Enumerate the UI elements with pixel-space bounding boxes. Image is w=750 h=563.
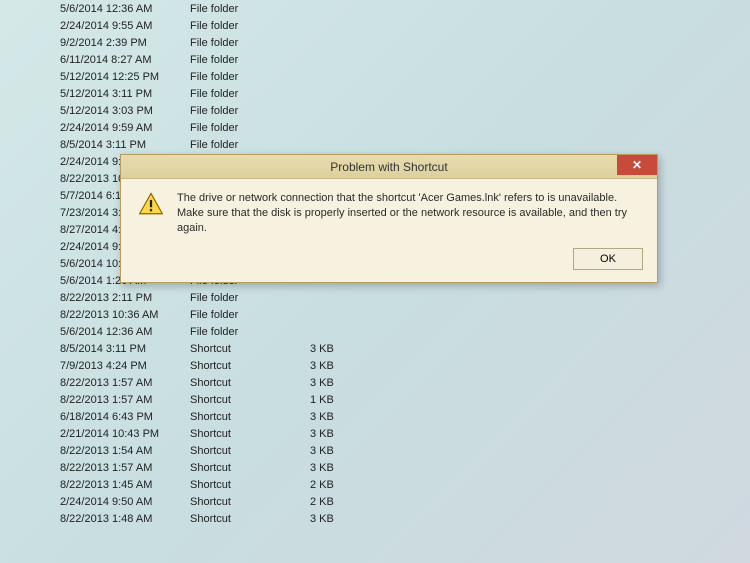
file-date: 5/12/2014 3:11 PM	[60, 88, 190, 100]
ok-button[interactable]: OK	[573, 248, 643, 270]
file-type: File folder	[190, 88, 310, 100]
file-type: Shortcut	[190, 513, 310, 525]
file-type: Shortcut	[190, 360, 310, 372]
file-row[interactable]: 5/6/2014 12:36 AMFile folder	[60, 0, 750, 17]
file-size: 1 KB	[310, 394, 370, 406]
file-date: 2/24/2014 9:50 AM	[60, 496, 190, 508]
file-row[interactable]: 5/12/2014 3:03 PMFile folder	[60, 102, 750, 119]
file-date: 8/22/2013 1:57 AM	[60, 394, 190, 406]
file-date: 8/22/2013 1:57 AM	[60, 462, 190, 474]
file-row[interactable]: 8/22/2013 1:57 AMShortcut3 KB	[60, 459, 750, 476]
file-type: Shortcut	[190, 496, 310, 508]
file-date: 6/11/2014 8:27 AM	[60, 54, 190, 66]
file-type: File folder	[190, 105, 310, 117]
dialog-message: The drive or network connection that the…	[177, 191, 641, 236]
file-row[interactable]: 2/24/2014 9:50 AMShortcut2 KB	[60, 493, 750, 510]
file-size: 2 KB	[310, 496, 370, 508]
file-date: 5/6/2014 12:36 AM	[60, 3, 190, 15]
close-button[interactable]: ✕	[617, 155, 657, 175]
file-type: File folder	[190, 20, 310, 32]
file-date: 5/6/2014 12:36 AM	[60, 326, 190, 338]
error-dialog: Problem with Shortcut ✕ The drive or net…	[120, 154, 658, 283]
dialog-footer: OK	[121, 248, 657, 282]
file-row[interactable]: 2/21/2014 10:43 PMShortcut3 KB	[60, 425, 750, 442]
file-type: File folder	[190, 309, 310, 321]
file-type: Shortcut	[190, 394, 310, 406]
file-size: 3 KB	[310, 462, 370, 474]
file-row[interactable]: 5/12/2014 3:11 PMFile folder	[60, 85, 750, 102]
file-type: Shortcut	[190, 462, 310, 474]
file-date: 8/22/2013 1:48 AM	[60, 513, 190, 525]
file-row[interactable]: 6/18/2014 6:43 PMShortcut3 KB	[60, 408, 750, 425]
file-type: File folder	[190, 122, 310, 134]
file-row[interactable]: 5/12/2014 12:25 PMFile folder	[60, 68, 750, 85]
file-row[interactable]: 8/22/2013 1:54 AMShortcut3 KB	[60, 442, 750, 459]
file-date: 8/22/2013 1:54 AM	[60, 445, 190, 457]
file-row[interactable]: 2/24/2014 9:59 AMFile folder	[60, 119, 750, 136]
file-date: 7/9/2013 4:24 PM	[60, 360, 190, 372]
file-date: 5/12/2014 12:25 PM	[60, 71, 190, 83]
file-type: Shortcut	[190, 428, 310, 440]
file-date: 6/18/2014 6:43 PM	[60, 411, 190, 423]
file-date: 8/5/2014 3:11 PM	[60, 139, 190, 151]
file-type: Shortcut	[190, 445, 310, 457]
file-date: 2/24/2014 9:55 AM	[60, 20, 190, 32]
file-size: 3 KB	[310, 377, 370, 389]
file-row[interactable]: 8/22/2013 1:57 AMShortcut1 KB	[60, 391, 750, 408]
file-row[interactable]: 8/5/2014 3:11 PMFile folder	[60, 136, 750, 153]
file-size: 3 KB	[310, 513, 370, 525]
file-date: 5/12/2014 3:03 PM	[60, 105, 190, 117]
file-type: File folder	[190, 71, 310, 83]
file-date: 8/22/2013 2:11 PM	[60, 292, 190, 304]
file-row[interactable]: 8/22/2013 2:11 PMFile folder	[60, 289, 750, 306]
file-row[interactable]: 7/9/2013 4:24 PMShortcut3 KB	[60, 357, 750, 374]
file-type: File folder	[190, 139, 310, 151]
close-icon: ✕	[632, 158, 642, 172]
warning-icon	[137, 191, 165, 236]
file-type: File folder	[190, 292, 310, 304]
file-row[interactable]: 8/5/2014 3:11 PMShortcut3 KB	[60, 340, 750, 357]
dialog-titlebar[interactable]: Problem with Shortcut ✕	[121, 155, 657, 179]
file-row[interactable]: 9/2/2014 2:39 PMFile folder	[60, 34, 750, 51]
file-type: Shortcut	[190, 343, 310, 355]
file-row[interactable]: 5/6/2014 12:36 AMFile folder	[60, 323, 750, 340]
file-size: 2 KB	[310, 479, 370, 491]
file-size: 3 KB	[310, 428, 370, 440]
file-row[interactable]: 8/22/2013 1:57 AMShortcut3 KB	[60, 374, 750, 391]
file-size: 3 KB	[310, 411, 370, 423]
file-size: 3 KB	[310, 445, 370, 457]
file-row[interactable]: 8/22/2013 1:45 AMShortcut2 KB	[60, 476, 750, 493]
dialog-title-text: Problem with Shortcut	[330, 160, 447, 174]
file-row[interactable]: 2/24/2014 9:55 AMFile folder	[60, 17, 750, 34]
file-type: Shortcut	[190, 411, 310, 423]
file-date: 2/21/2014 10:43 PM	[60, 428, 190, 440]
file-type: Shortcut	[190, 377, 310, 389]
file-date: 9/2/2014 2:39 PM	[60, 37, 190, 49]
file-size: 3 KB	[310, 343, 370, 355]
file-type: File folder	[190, 3, 310, 15]
file-type: File folder	[190, 326, 310, 338]
file-row[interactable]: 8/22/2013 10:36 AMFile folder	[60, 306, 750, 323]
file-size: 3 KB	[310, 360, 370, 372]
file-date: 2/24/2014 9:59 AM	[60, 122, 190, 134]
file-date: 8/22/2013 1:45 AM	[60, 479, 190, 491]
file-date: 8/22/2013 1:57 AM	[60, 377, 190, 389]
file-date: 8/22/2013 10:36 AM	[60, 309, 190, 321]
file-type: Shortcut	[190, 479, 310, 491]
file-type: File folder	[190, 37, 310, 49]
file-date: 8/5/2014 3:11 PM	[60, 343, 190, 355]
dialog-body: The drive or network connection that the…	[121, 179, 657, 248]
file-row[interactable]: 6/11/2014 8:27 AMFile folder	[60, 51, 750, 68]
file-row[interactable]: 8/22/2013 1:48 AMShortcut3 KB	[60, 510, 750, 527]
file-type: File folder	[190, 54, 310, 66]
